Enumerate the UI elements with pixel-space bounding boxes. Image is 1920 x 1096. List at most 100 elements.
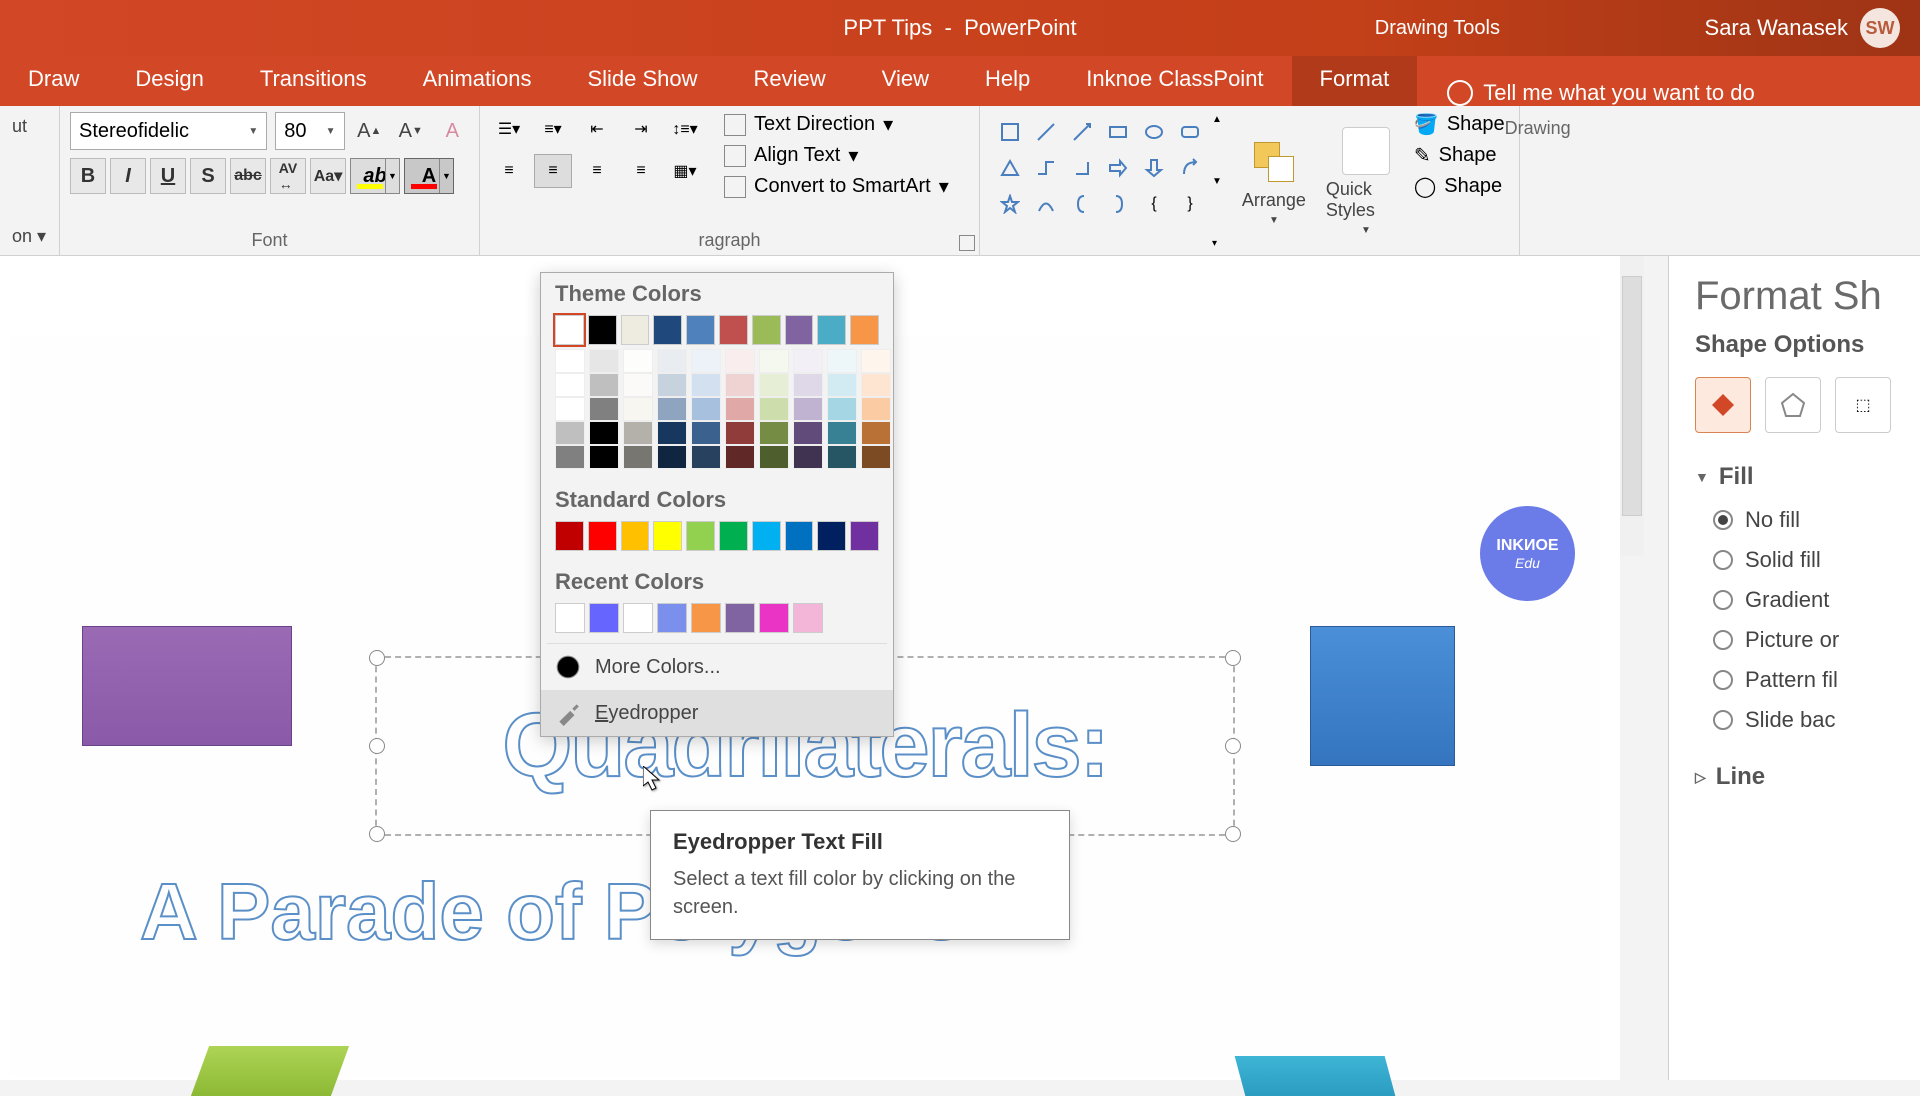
resize-handle[interactable] <box>369 650 385 666</box>
color-swatch[interactable] <box>752 521 781 551</box>
color-shade-swatch[interactable] <box>657 349 687 373</box>
color-shade-swatch[interactable] <box>759 445 789 469</box>
gradient-fill-radio[interactable]: Gradient <box>1713 587 1920 613</box>
color-swatch[interactable] <box>621 521 650 551</box>
color-shade-swatch[interactable] <box>555 421 585 445</box>
numbering-button[interactable]: ≡▾ <box>534 112 572 146</box>
color-swatch[interactable] <box>793 603 823 633</box>
shape-line-icon[interactable] <box>1030 116 1062 148</box>
color-swatch[interactable] <box>686 521 715 551</box>
shape-rect-icon[interactable] <box>1102 116 1134 148</box>
color-shade-swatch[interactable] <box>623 421 653 445</box>
color-swatch[interactable] <box>653 521 682 551</box>
shape-freeform-icon[interactable] <box>1030 188 1062 220</box>
tab-format[interactable]: Format <box>1292 56 1418 106</box>
shape-star-icon[interactable] <box>994 188 1026 220</box>
shape-arrow-line-icon[interactable] <box>1066 116 1098 148</box>
shape-brace2-icon[interactable]: { <box>1138 188 1170 220</box>
bullets-button[interactable]: ☰▾ <box>490 112 528 146</box>
color-shade-swatch[interactable] <box>555 373 585 397</box>
shape-outline-button[interactable]: ✎Shape <box>1414 143 1505 168</box>
font-name-dropdown[interactable]: Stereofidelic▼ <box>70 112 267 150</box>
color-swatch[interactable] <box>850 315 879 345</box>
shape-oval-icon[interactable] <box>1138 116 1170 148</box>
color-shade-swatch[interactable] <box>589 421 619 445</box>
color-swatch[interactable] <box>588 315 617 345</box>
resize-handle[interactable] <box>1225 738 1241 754</box>
color-shade-swatch[interactable] <box>759 349 789 373</box>
effects-tab-icon[interactable] <box>1765 377 1821 433</box>
shadow-button[interactable]: S <box>190 158 226 194</box>
tell-me[interactable]: Tell me what you want to do <box>1417 80 1754 106</box>
shape-elbow-icon[interactable] <box>1030 152 1062 184</box>
green-parallelogram-shape[interactable] <box>191 1046 349 1096</box>
color-shade-swatch[interactable] <box>589 445 619 469</box>
align-left-icon[interactable]: ≡ <box>490 154 528 188</box>
color-shade-swatch[interactable] <box>827 445 857 469</box>
color-shade-swatch[interactable] <box>725 349 755 373</box>
color-swatch[interactable] <box>691 603 721 633</box>
decrease-indent-icon[interactable]: ⇤ <box>578 112 616 146</box>
font-size-dropdown[interactable]: 80▼ <box>275 112 344 150</box>
align-text-button[interactable]: Align Text ▾ <box>724 143 949 168</box>
bold-button[interactable]: B <box>70 158 106 194</box>
color-shade-swatch[interactable] <box>827 373 857 397</box>
color-swatch[interactable] <box>653 315 682 345</box>
clear-formatting-icon[interactable]: A <box>436 114 470 148</box>
color-swatch[interactable] <box>621 315 650 345</box>
tab-design[interactable]: Design <box>107 56 231 106</box>
color-shade-swatch[interactable] <box>759 397 789 421</box>
fill-line-tab-icon[interactable] <box>1695 377 1751 433</box>
color-swatch[interactable] <box>817 315 846 345</box>
shape-brace-right-icon[interactable] <box>1102 188 1134 220</box>
color-shade-swatch[interactable] <box>623 349 653 373</box>
color-shade-swatch[interactable] <box>657 421 687 445</box>
resize-handle[interactable] <box>1225 826 1241 842</box>
align-right-icon[interactable]: ≡ <box>578 154 616 188</box>
color-swatch[interactable] <box>588 521 617 551</box>
picture-fill-radio[interactable]: Picture or <box>1713 627 1920 653</box>
color-shade-swatch[interactable] <box>657 397 687 421</box>
tab-help[interactable]: Help <box>957 56 1058 106</box>
increase-indent-icon[interactable]: ⇥ <box>622 112 660 146</box>
color-shade-swatch[interactable] <box>589 397 619 421</box>
color-shade-swatch[interactable] <box>759 373 789 397</box>
change-case-button[interactable]: Aa▾ <box>310 158 346 194</box>
tab-draw[interactable]: Draw <box>0 56 107 106</box>
color-shade-swatch[interactable] <box>691 349 721 373</box>
vertical-scrollbar[interactable] <box>1620 256 1644 556</box>
shape-effects-button[interactable]: ◯Shape <box>1414 174 1505 199</box>
color-shade-swatch[interactable] <box>861 373 891 397</box>
color-shade-swatch[interactable] <box>725 421 755 445</box>
char-spacing-button[interactable]: AV↔ <box>270 158 306 194</box>
color-shade-swatch[interactable] <box>725 373 755 397</box>
cut-button-partial[interactable]: ut <box>10 112 49 141</box>
color-swatch[interactable] <box>589 603 619 633</box>
shape-textbox-icon[interactable] <box>994 116 1026 148</box>
solid-fill-radio[interactable]: Solid fill <box>1713 547 1920 573</box>
paste-options-partial[interactable]: on ▾ <box>10 222 49 251</box>
color-shade-swatch[interactable] <box>623 445 653 469</box>
color-shade-swatch[interactable] <box>861 349 891 373</box>
color-shade-swatch[interactable] <box>861 397 891 421</box>
avatar[interactable]: SW <box>1860 8 1900 48</box>
line-section-header[interactable]: ▷Line <box>1695 763 1920 791</box>
color-swatch[interactable] <box>785 315 814 345</box>
color-shade-swatch[interactable] <box>555 349 585 373</box>
italic-button[interactable]: I <box>110 158 146 194</box>
color-shade-swatch[interactable] <box>589 349 619 373</box>
shape-arrow-curve-icon[interactable] <box>1174 152 1206 184</box>
strikethrough-button[interactable]: abc <box>230 158 266 194</box>
color-swatch[interactable] <box>850 521 879 551</box>
color-swatch[interactable] <box>725 603 755 633</box>
color-shade-swatch[interactable] <box>827 349 857 373</box>
resize-handle[interactable] <box>1225 650 1241 666</box>
decrease-font-icon[interactable]: A▼ <box>394 114 428 148</box>
tab-view[interactable]: View <box>854 56 957 106</box>
paragraph-launcher[interactable] <box>959 235 975 251</box>
color-shade-swatch[interactable] <box>827 397 857 421</box>
color-shade-swatch[interactable] <box>657 445 687 469</box>
shape-triangle-icon[interactable] <box>994 152 1026 184</box>
color-swatch[interactable] <box>785 521 814 551</box>
shape-roundrect-icon[interactable] <box>1174 116 1206 148</box>
